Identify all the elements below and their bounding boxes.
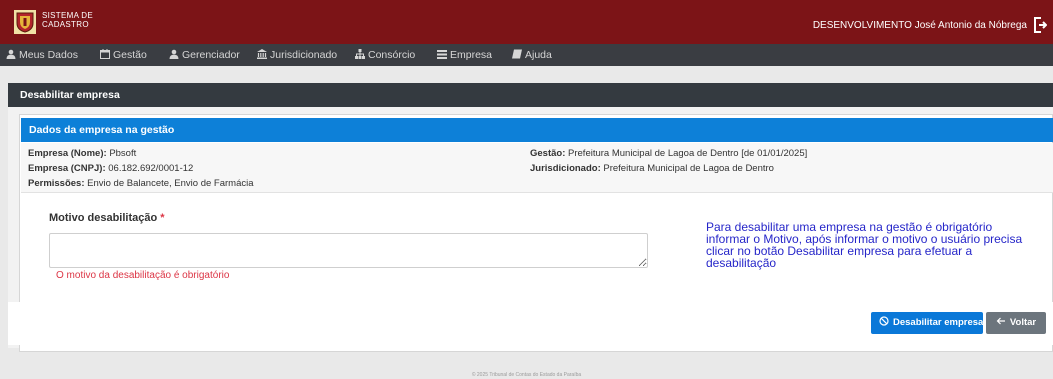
calendar-icon xyxy=(100,49,110,59)
permissions-label: Permissões: xyxy=(28,178,85,189)
logout-icon[interactable] xyxy=(1033,17,1047,33)
user-icon xyxy=(6,49,16,59)
company-name-value: Pbsoft xyxy=(109,148,137,159)
brand-line-1: SISTEMA DE xyxy=(42,11,94,20)
nav-item-ajuda[interactable]: Ajuda xyxy=(512,44,552,66)
nav-item-empresa[interactable]: Empresa xyxy=(437,44,492,66)
company-name-row: Empresa (Nome): Pbsoft xyxy=(28,148,136,159)
gestao-value: Prefeitura Municipal de Lagoa de Dentro … xyxy=(568,148,808,159)
nav-label: Gerenciador xyxy=(182,49,240,61)
nav-item-consorcio[interactable]: Consórcio xyxy=(355,44,415,66)
motivo-textarea[interactable] xyxy=(49,233,648,268)
company-info: Empresa (Nome): Pbsoft Empresa (CNPJ): 0… xyxy=(21,143,1053,193)
brand-line-2: CADASTRO xyxy=(42,20,89,29)
nav-item-meus-dados[interactable]: Meus Dados xyxy=(6,44,78,66)
nav-label: Jurisdicionado xyxy=(270,49,338,61)
jurisdicionado-value: Prefeitura Municipal de Lagoa de Dentro xyxy=(603,163,774,174)
help-text: Para desabilitar uma empresa na gestão é… xyxy=(706,220,1023,270)
nav-label: Ajuda xyxy=(525,49,552,61)
required-marker: * xyxy=(160,212,165,224)
motivo-label: Motivo desabilitação * xyxy=(49,212,165,224)
section-title: Dados da empresa na gestão xyxy=(21,118,1053,142)
disable-company-label: Desabilitar empresa xyxy=(893,317,984,328)
nav-item-gestao[interactable]: Gestão xyxy=(100,44,147,66)
back-button[interactable]: Voltar xyxy=(986,312,1046,334)
gestao-label: Gestão: xyxy=(530,148,566,159)
nav-item-jurisdicionado[interactable]: Jurisdicionado xyxy=(257,44,337,66)
motivo-label-text: Motivo desabilitação xyxy=(49,212,158,224)
page-title: Desabilitar empresa xyxy=(8,83,1053,107)
coat-of-arms-logo xyxy=(14,10,36,34)
nav-label: Meus Dados xyxy=(19,49,78,61)
institution-icon xyxy=(257,49,267,59)
permissions-row: Permissões: Envio de Balancete, Envio de… xyxy=(28,178,254,189)
company-cnpj-row: Empresa (CNPJ): 06.182.692/0001-12 xyxy=(28,163,193,174)
book-icon xyxy=(512,49,522,59)
nav-item-gerenciador[interactable]: Gerenciador xyxy=(169,44,240,66)
ban-icon xyxy=(879,316,889,326)
nav-label: Consórcio xyxy=(368,49,416,61)
nav-label: Empresa xyxy=(450,49,493,61)
back-label: Voltar xyxy=(1009,317,1037,328)
disable-company-button[interactable]: Desabilitar empresa xyxy=(871,312,983,334)
jurisdicionado-label: Jurisdicionado: xyxy=(530,163,601,174)
user-icon xyxy=(169,49,179,59)
company-name-label: Empresa (Nome): xyxy=(28,148,107,159)
nav-label: Gestão xyxy=(113,49,147,61)
motivo-error: O motivo da desabilitação é obrigatório xyxy=(56,270,230,281)
company-cnpj-label: Empresa (CNPJ): xyxy=(28,163,106,174)
sitemap-icon xyxy=(355,49,365,59)
copyright: © 2025 Tribunal de Contas do Estado da P… xyxy=(471,372,582,378)
permissions-value: Envio de Balancete, Envio de Farmácia xyxy=(87,178,254,189)
app-brand: SISTEMA DE CADASTRO xyxy=(42,11,93,29)
list-icon xyxy=(437,50,447,59)
main-nav: Meus Dados Gestão Gerenciador Jurisdicio… xyxy=(0,44,1053,66)
user-name[interactable]: DESENVOLVIMENTO José Antonio da Nóbrega xyxy=(813,20,1027,31)
jurisdicionado-row: Jurisdicionado: Prefeitura Municipal de … xyxy=(530,163,774,174)
gestao-row: Gestão: Prefeitura Municipal de Lagoa de… xyxy=(530,148,807,159)
company-cnpj-value: 06.182.692/0001-12 xyxy=(108,163,194,174)
arrow-left-icon xyxy=(996,317,1005,325)
top-bar: SISTEMA DE CADASTRO DESENVOLVIMENTO José… xyxy=(0,0,1053,44)
